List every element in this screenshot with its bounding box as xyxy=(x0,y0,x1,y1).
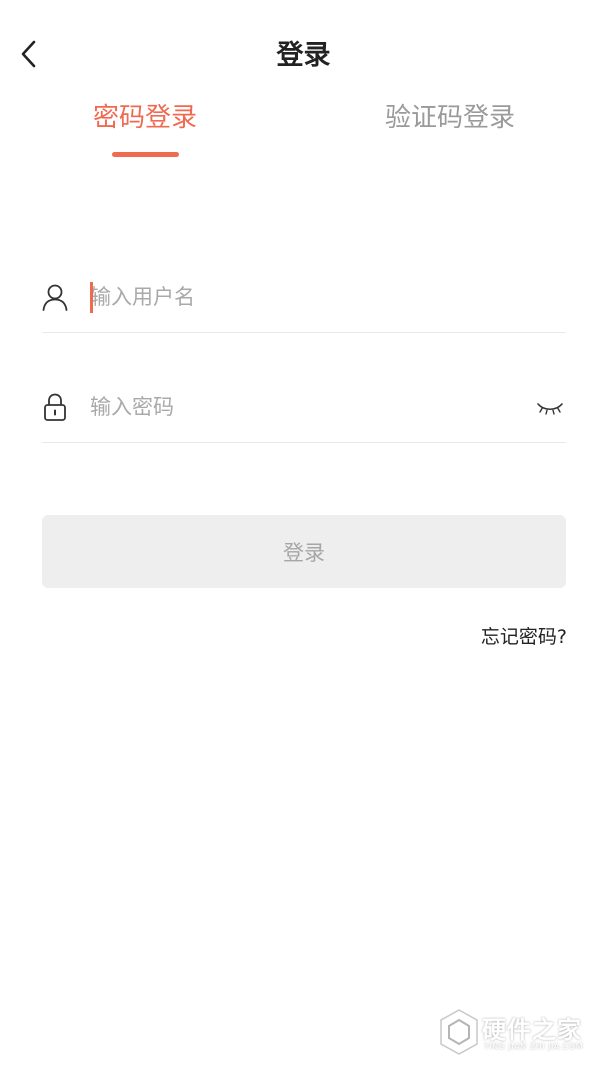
watermark-text: 硬件之家 xyxy=(482,1016,582,1044)
user-icon xyxy=(42,282,68,312)
page-title: 登录 xyxy=(276,40,331,71)
watermark-subtext: YING JIAN ZHI JIA.COM xyxy=(484,1042,583,1051)
eye-closed-icon[interactable] xyxy=(536,398,564,418)
password-input[interactable] xyxy=(90,386,510,428)
login-tabs: 密码登录 验证码登录 xyxy=(0,96,607,166)
active-tab-indicator xyxy=(112,152,179,157)
forgot-password-link[interactable]: 忘记密码? xyxy=(481,622,567,652)
text-caret xyxy=(90,282,93,313)
lock-icon xyxy=(42,392,68,422)
password-field xyxy=(42,372,566,443)
username-input[interactable] xyxy=(90,276,510,318)
login-button[interactable]: 登录 xyxy=(42,515,566,588)
watermark: 硬件之家 YING JIAN ZHI JIA.COM xyxy=(438,1006,598,1060)
username-field xyxy=(42,262,566,333)
tab-password-login[interactable]: 密码登录 xyxy=(45,96,245,140)
tab-code-login[interactable]: 验证码登录 xyxy=(350,96,550,140)
